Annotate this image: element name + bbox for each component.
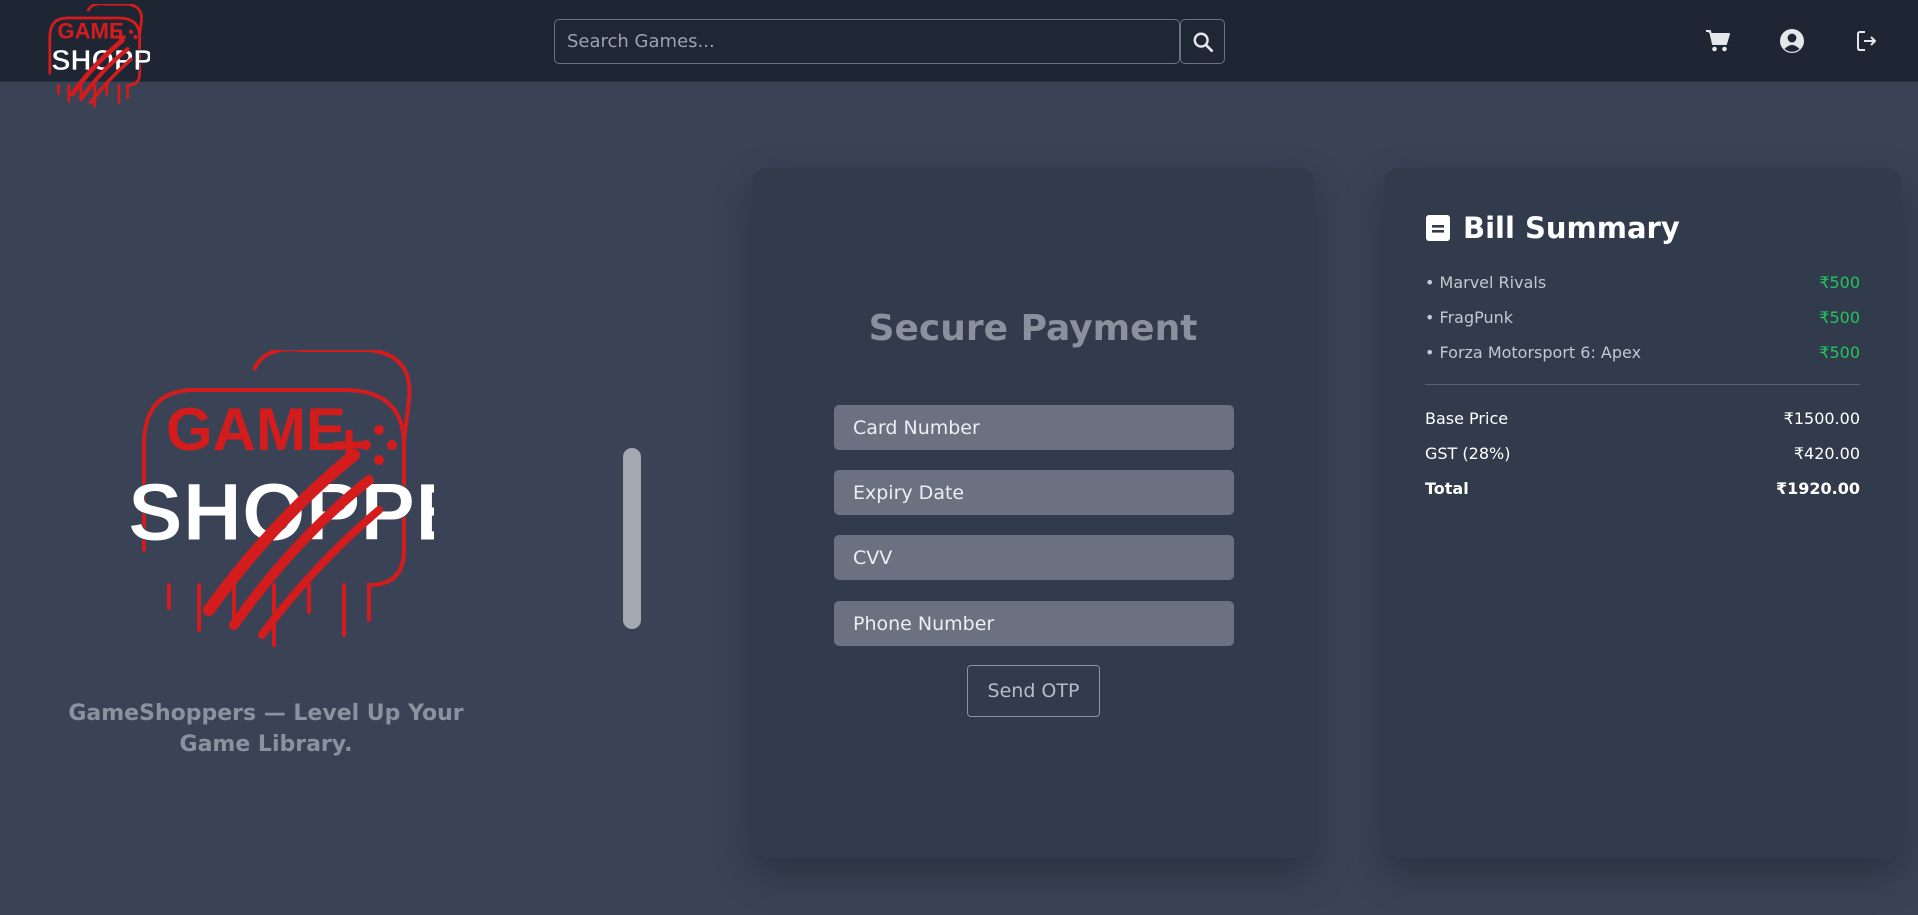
gst-label: GST (28%) <box>1425 443 1511 463</box>
base-price-row: Base Price ₹1500.00 <box>1425 406 1860 430</box>
bill-item: • Forza Motorsport 6: Apex ₹500 <box>1425 340 1860 364</box>
hero-logo-text-top: GAME <box>166 396 346 463</box>
total-row: Total ₹1920.00 <box>1425 476 1860 500</box>
tagline: GameShoppers — Level Up Your Game Librar… <box>68 701 464 757</box>
bill-summary-card: Bill Summary • Marvel Rivals ₹500 • Frag… <box>1384 168 1901 858</box>
bill-item-price: ₹500 <box>1819 307 1860 327</box>
search-icon <box>1193 32 1213 52</box>
cart-button[interactable] <box>1703 26 1733 56</box>
card-number-input[interactable] <box>834 405 1234 450</box>
carousel-scrollbar[interactable] <box>623 448 641 629</box>
bill-title: Bill Summary <box>1463 211 1680 245</box>
total-label: Total <box>1425 478 1469 498</box>
gst-row: GST (28%) ₹420.00 <box>1425 441 1860 465</box>
base-price-label: Base Price <box>1425 408 1509 428</box>
send-otp-button[interactable]: Send OTP <box>967 665 1100 717</box>
hero-logo-text-bottom: SHOPPERS <box>128 467 434 558</box>
expiry-date-input[interactable] <box>834 470 1234 515</box>
svg-text:GAME: GAME <box>57 19 123 44</box>
total-value: ₹1920.00 <box>1775 478 1860 498</box>
cvv-input[interactable] <box>834 535 1234 580</box>
bill-item: • FragPunk ₹500 <box>1425 305 1860 329</box>
base-price-value: ₹1500.00 <box>1783 408 1860 428</box>
bill-item-name: • FragPunk <box>1425 307 1514 327</box>
logout-icon <box>1857 31 1876 51</box>
cart-icon <box>1706 30 1730 52</box>
bill-header: Bill Summary <box>1425 208 1680 248</box>
bill-item-name: • Marvel Rivals <box>1425 272 1547 292</box>
payment-title: Secure Payment <box>868 308 1198 349</box>
user-circle-icon <box>1780 29 1804 53</box>
search-input[interactable] <box>554 19 1180 64</box>
gst-value: ₹420.00 <box>1793 443 1860 463</box>
search-button[interactable] <box>1180 19 1225 64</box>
logout-button[interactable] <box>1852 26 1882 56</box>
profile-button[interactable] <box>1777 26 1807 56</box>
bill-divider <box>1425 384 1860 385</box>
bill-item-price: ₹500 <box>1819 272 1860 292</box>
search-bar <box>554 19 1225 64</box>
game-shoppers-logo[interactable]: GAME SHOPPERS <box>36 4 150 108</box>
game-shoppers-hero-logo: GAME SHOPPERS <box>128 350 434 647</box>
bill-item-name: • Forza Motorsport 6: Apex <box>1425 342 1642 362</box>
bill-item-price: ₹500 <box>1819 342 1860 362</box>
bill-item: • Marvel Rivals ₹500 <box>1425 270 1860 294</box>
navbar: GAME SHOPPERS <box>0 0 1918 108</box>
payment-card: Secure Payment Send OTP <box>752 168 1314 858</box>
phone-number-input[interactable] <box>834 601 1234 646</box>
receipt-icon <box>1426 215 1450 241</box>
